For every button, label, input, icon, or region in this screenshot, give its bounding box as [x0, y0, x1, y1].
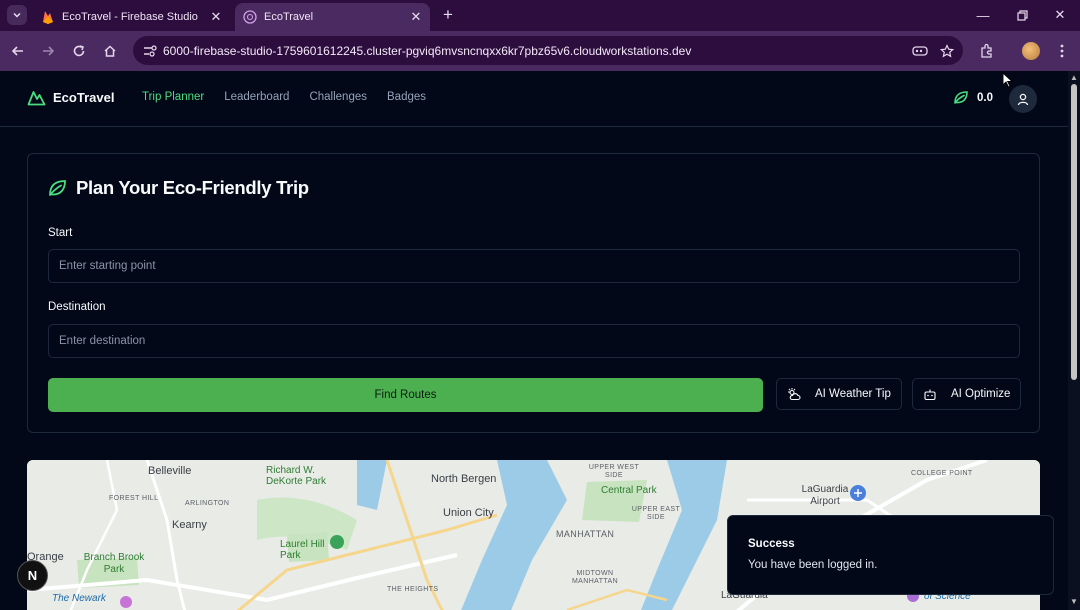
- app-navbar: EcoTravel Trip Planner Leaderboard Chall…: [0, 71, 1068, 127]
- close-icon[interactable]: ✕: [408, 9, 424, 25]
- map-label: FOREST HILL: [109, 495, 159, 502]
- site-info-icon[interactable]: [139, 40, 161, 62]
- close-icon[interactable]: ✕: [208, 9, 224, 25]
- toast-title: Success: [748, 538, 795, 550]
- map-label: ARLINGTON: [185, 500, 230, 507]
- ai-optimize-button[interactable]: AI Optimize: [912, 378, 1022, 410]
- card-title: Plan Your Eco-Friendly Trip: [76, 177, 309, 198]
- points-value: 0.0: [977, 91, 993, 104]
- map-label: LaGuardia Airport: [801, 484, 849, 507]
- new-tab-button[interactable]: +: [438, 5, 458, 25]
- user-menu-button[interactable]: [1009, 85, 1037, 113]
- extensions-icon[interactable]: [976, 40, 998, 62]
- reload-icon[interactable]: [68, 40, 90, 62]
- home-icon[interactable]: [99, 40, 121, 62]
- map-label: MANHATTAN: [556, 529, 615, 539]
- tab-search-button[interactable]: [7, 5, 27, 25]
- find-routes-button[interactable]: Find Routes: [48, 378, 763, 412]
- mountain-logo-icon: [27, 91, 46, 106]
- card-header: Plan Your Eco-Friendly Trip: [48, 177, 309, 199]
- minimize-icon[interactable]: —: [969, 4, 997, 26]
- nav-challenges[interactable]: Challenges: [309, 91, 367, 103]
- map-label: COLLEGE POINT: [911, 470, 973, 477]
- browser-tab-ecotravel[interactable]: EcoTravel ✕: [235, 3, 430, 31]
- leaf-icon: [954, 91, 968, 104]
- ai-weather-tip-button[interactable]: AI Weather Tip: [776, 378, 902, 410]
- globe-icon: [243, 10, 257, 24]
- leaf-icon: [49, 180, 66, 196]
- nextjs-dev-badge[interactable]: N: [17, 560, 48, 591]
- map-label: Union City: [443, 507, 494, 519]
- menu-dots-icon[interactable]: [1051, 40, 1073, 62]
- address-bar[interactable]: 6000-firebase-studio-1759601612245.clust…: [133, 36, 963, 65]
- brand-name: EcoTravel: [53, 90, 115, 105]
- map-label: UPPER WEST SIDE: [588, 464, 640, 479]
- restore-icon[interactable]: [1008, 4, 1036, 26]
- main-nav: Trip Planner Leaderboard Challenges Badg…: [142, 91, 446, 103]
- tab-title: EcoTravel - Firebase Studio: [62, 11, 198, 23]
- user-icon: [1017, 93, 1029, 105]
- map-label: North Bergen: [431, 473, 497, 485]
- url-text: 6000-firebase-studio-1759601612245.clust…: [163, 43, 692, 58]
- success-toast: Success You have been logged in.: [727, 515, 1054, 595]
- map-label: THE HEIGHTS: [387, 586, 439, 593]
- chevron-down-icon: [13, 12, 21, 18]
- nav-badges[interactable]: Badges: [387, 91, 426, 103]
- map-label: Branch Brook Park: [83, 552, 145, 575]
- eco-points: 0.0: [953, 90, 993, 105]
- sun-cloud-icon: [788, 388, 801, 401]
- map-label: Laurel Hill Park: [280, 539, 325, 561]
- window-close-icon[interactable]: ✕: [1046, 4, 1074, 26]
- profile-avatar[interactable]: [1022, 42, 1040, 60]
- bookmark-star-icon[interactable]: [936, 40, 958, 62]
- map-label: Central Park: [601, 485, 657, 496]
- map-label: UPPER EAST SIDE: [631, 506, 681, 521]
- firebase-icon: [41, 10, 55, 24]
- forward-icon[interactable]: [37, 40, 59, 62]
- scroll-up-arrow-icon[interactable]: ▲: [1070, 74, 1078, 82]
- mouse-cursor-icon: [1002, 72, 1013, 88]
- start-label: Start: [48, 227, 73, 239]
- brand[interactable]: EcoTravel: [27, 89, 114, 106]
- destination-label: Destination: [48, 301, 106, 313]
- map-label: MIDTOWN MANHATTAN: [571, 570, 619, 585]
- map-label: Belleville: [148, 465, 192, 477]
- map-label: The Newark: [52, 593, 106, 604]
- trip-planner-card: Plan Your Eco-Friendly Trip Start Destin…: [27, 153, 1040, 433]
- map-label: Kearny: [172, 519, 207, 531]
- back-icon[interactable]: [7, 40, 29, 62]
- nav-leaderboard[interactable]: Leaderboard: [224, 91, 289, 103]
- bot-icon: [924, 389, 936, 400]
- destination-input[interactable]: [48, 324, 1020, 358]
- scrollbar-thumb[interactable]: [1071, 84, 1077, 380]
- tab-title: EcoTravel: [264, 11, 314, 23]
- password-key-icon[interactable]: [909, 40, 931, 62]
- scroll-down-arrow-icon[interactable]: ▼: [1070, 598, 1078, 606]
- browser-tab-bar: EcoTravel - Firebase Studio ✕ EcoTravel …: [0, 0, 1080, 31]
- browser-tab-firebase[interactable]: EcoTravel - Firebase Studio ✕: [33, 3, 230, 31]
- nav-trip-planner[interactable]: Trip Planner: [142, 91, 204, 103]
- optimize-label: AI Optimize: [951, 388, 1011, 400]
- map-label: Richard W. DeKorte Park: [266, 465, 327, 487]
- toast-message: You have been logged in.: [748, 559, 878, 571]
- weather-tip-label: AI Weather Tip: [815, 388, 891, 400]
- start-input[interactable]: [48, 249, 1020, 283]
